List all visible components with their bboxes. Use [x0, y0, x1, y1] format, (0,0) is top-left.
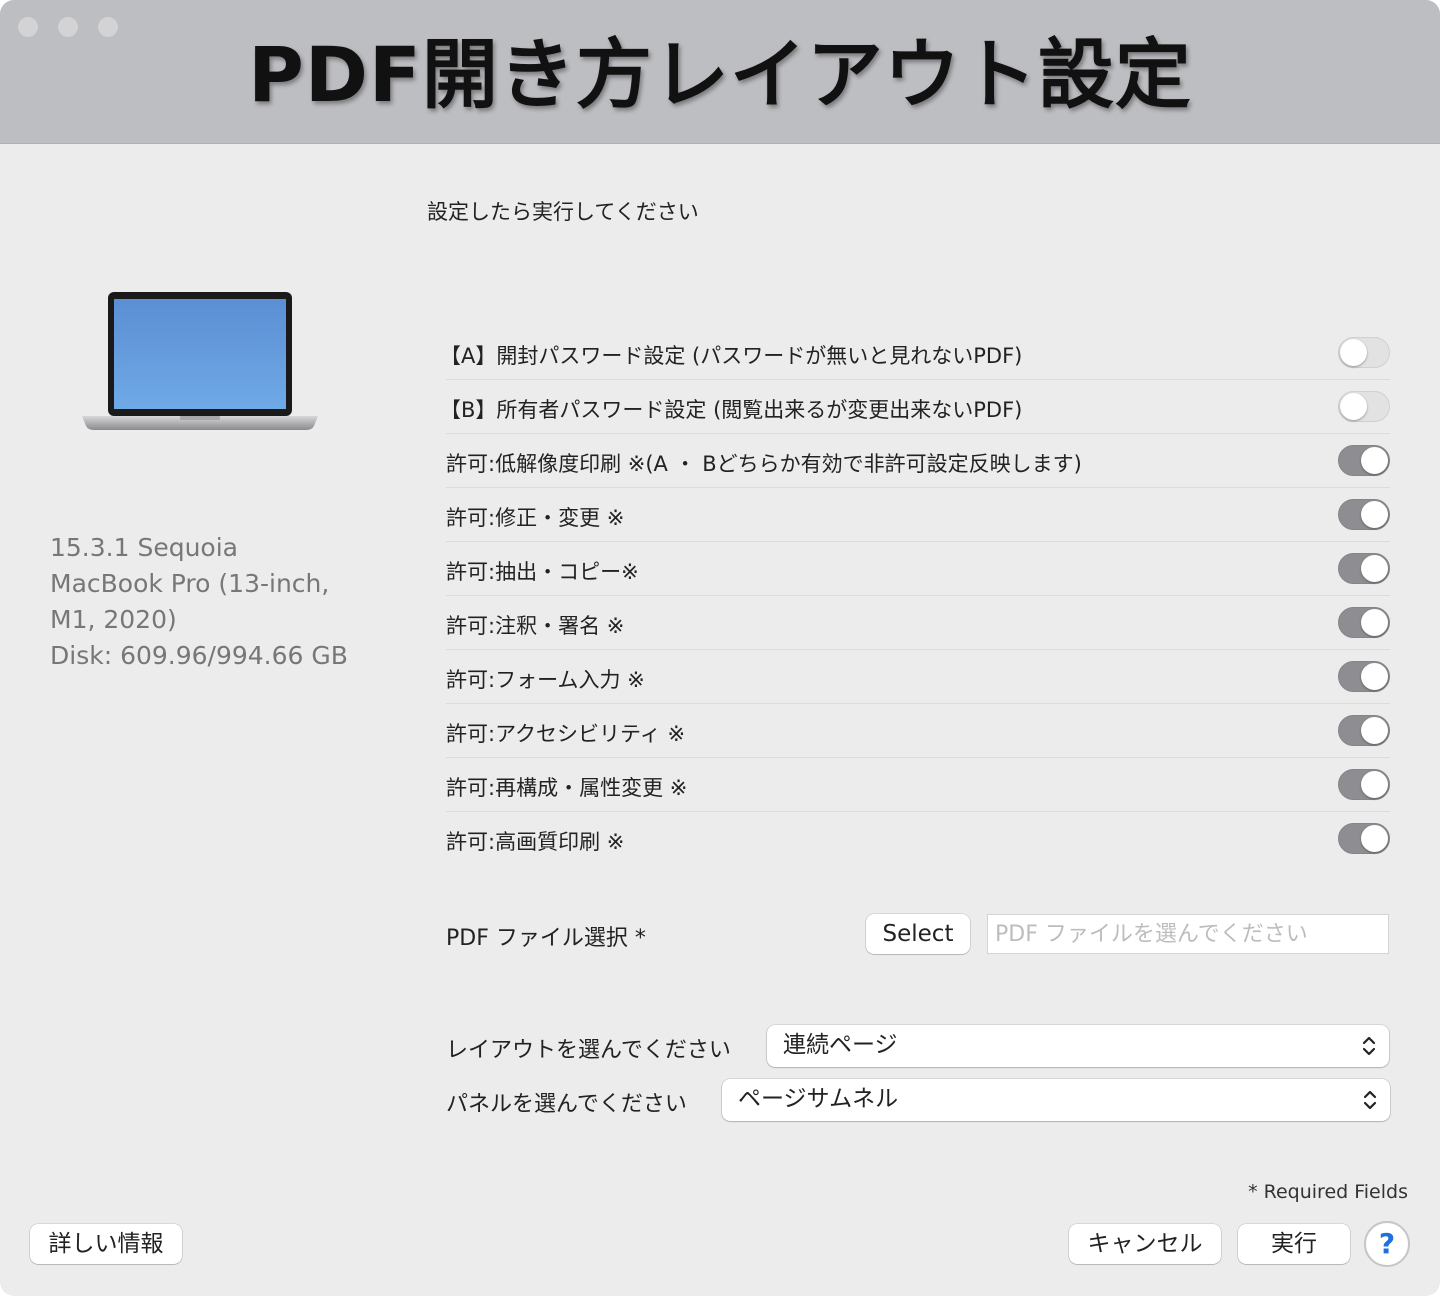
up-down-chevron-icon — [1362, 1036, 1376, 1056]
setting-row: 許可:フォーム入力 ※ — [446, 650, 1390, 704]
setting-row: 許可:アクセシビリティ ※ — [446, 704, 1390, 758]
required-fields-note: * Required Fields — [1248, 1181, 1408, 1203]
toggle-knob — [1361, 609, 1388, 636]
toggle-knob — [1361, 447, 1388, 474]
help-icon[interactable]: ? — [1364, 1221, 1410, 1267]
setting-toggle[interactable] — [1338, 337, 1390, 368]
setting-toggle[interactable] — [1338, 607, 1390, 638]
layout-dropdown-value: 連続ページ — [783, 1032, 898, 1058]
cancel-button[interactable]: キャンセル — [1069, 1224, 1221, 1264]
setting-row: 許可:高画質印刷 ※ — [446, 812, 1390, 866]
toggle-knob — [1361, 825, 1388, 852]
setting-label: 許可:抽出・コピー※ — [446, 560, 639, 584]
panel-select-label: パネルを選んでください — [446, 1092, 687, 1117]
title-bar: PDF開き方レイアウト設定 — [0, 0, 1440, 144]
select-file-button[interactable]: Select — [866, 914, 970, 954]
panel-dropdown[interactable]: ページサムネル — [722, 1079, 1390, 1121]
setting-toggle[interactable] — [1338, 769, 1390, 800]
laptop-icon — [80, 290, 320, 444]
instruction-text: 設定したら実行してください — [427, 200, 699, 224]
disk-usage: Disk: 609.96/994.66 GB — [50, 641, 348, 670]
panel-dropdown-value: ページサムネル — [738, 1086, 899, 1112]
setting-label: 許可:低解像度印刷 ※(A ・ Bどちらか有効で非許可設定反映します) — [446, 452, 1082, 476]
window-title: PDF開き方レイアウト設定 — [248, 30, 1192, 119]
pdf-file-field[interactable] — [987, 914, 1389, 954]
pdf-file-label: PDF ファイル選択 * — [446, 926, 646, 951]
machine-model: MacBook Pro (13-inch, — [50, 569, 330, 598]
setting-toggle[interactable] — [1338, 661, 1390, 692]
setting-label: 許可:高画質印刷 ※ — [446, 830, 625, 854]
setting-row: 許可:抽出・コピー※ — [446, 542, 1390, 596]
layout-select-label: レイアウトを選んでください — [446, 1038, 731, 1063]
toggle-knob — [1361, 717, 1388, 744]
more-info-button[interactable]: 詳しい情報 — [30, 1224, 182, 1264]
setting-row: 許可:修正・変更 ※ — [446, 488, 1390, 542]
setting-label: 【A】開封パスワード設定 (パスワードが無いと見れないPDF) — [440, 344, 1023, 368]
dialog-window: PDF開き方レイアウト設定 設定したら実行してください 15.3.1 Sequo… — [0, 0, 1440, 1296]
toggle-knob — [1340, 393, 1367, 420]
setting-row: 【B】所有者パスワード設定 (閲覧出来るが変更出来ないPDF) — [440, 380, 1390, 434]
layout-dropdown[interactable]: 連続ページ — [767, 1025, 1389, 1067]
setting-row: 許可:注釈・署名 ※ — [446, 596, 1390, 650]
setting-label: 許可:注釈・署名 ※ — [446, 614, 625, 638]
setting-toggle[interactable] — [1338, 715, 1390, 746]
setting-toggle[interactable] — [1338, 445, 1390, 476]
setting-toggle[interactable] — [1338, 499, 1390, 530]
toggle-knob — [1361, 555, 1388, 582]
setting-label: 【B】所有者パスワード設定 (閲覧出来るが変更出来ないPDF) — [440, 398, 1023, 422]
machine-model-cont: M1, 2020) — [50, 605, 177, 634]
os-version: 15.3.1 Sequoia — [50, 533, 238, 562]
up-down-chevron-icon — [1363, 1090, 1377, 1110]
system-info: 15.3.1 Sequoia MacBook Pro (13-inch, M1,… — [50, 530, 348, 674]
run-button[interactable]: 実行 — [1238, 1224, 1350, 1264]
toggle-knob — [1361, 501, 1388, 528]
setting-toggle[interactable] — [1338, 391, 1390, 422]
settings-list: 【A】開封パスワード設定 (パスワードが無いと見れないPDF) 【B】所有者パスワ… — [440, 326, 1390, 866]
setting-label: 許可:再構成・属性変更 ※ — [446, 776, 688, 800]
setting-row: 許可:再構成・属性変更 ※ — [446, 758, 1390, 812]
setting-label: 許可:フォーム入力 ※ — [446, 668, 645, 692]
setting-row: 【A】開封パスワード設定 (パスワードが無いと見れないPDF) — [440, 326, 1390, 380]
setting-toggle[interactable] — [1338, 553, 1390, 584]
setting-label: 許可:修正・変更 ※ — [446, 506, 625, 530]
setting-row: 許可:低解像度印刷 ※(A ・ Bどちらか有効で非許可設定反映します) — [446, 434, 1390, 488]
setting-toggle[interactable] — [1338, 823, 1390, 854]
setting-label: 許可:アクセシビリティ ※ — [446, 722, 686, 746]
toggle-knob — [1361, 663, 1388, 690]
toggle-knob — [1361, 771, 1388, 798]
toggle-knob — [1340, 339, 1367, 366]
